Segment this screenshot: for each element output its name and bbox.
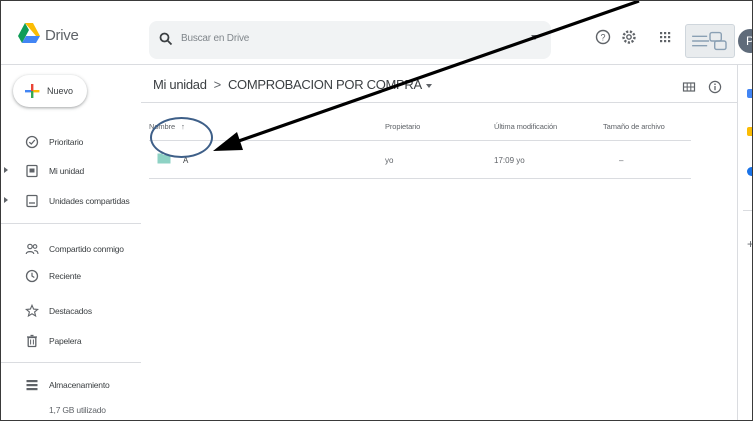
info-icon[interactable]	[708, 80, 722, 94]
column-header-file-size[interactable]: Tamaño de archivo	[603, 122, 665, 131]
column-header-label: Última modificación	[494, 122, 558, 131]
sidebar-item-label: Mi unidad	[49, 166, 85, 176]
table-row[interactable]: A yo 17:09 yo –	[149, 141, 691, 179]
shared-drives-icon	[26, 194, 38, 208]
breadcrumb-separator: >	[213, 77, 222, 92]
sidebar-item-label: Reciente	[49, 271, 81, 281]
sidebar-item-unidades-compartidas[interactable]: Unidades compartidas	[1, 191, 141, 211]
tasks-icon[interactable]	[747, 167, 752, 176]
folder-menu-caret-icon[interactable]	[425, 83, 432, 88]
drive-logo-icon[interactable]	[18, 23, 40, 43]
calendar-icon[interactable]	[747, 89, 752, 98]
app-title[interactable]: Drive	[45, 27, 79, 44]
sidebar-item-label: Almacenamiento	[49, 380, 110, 390]
sidebar-divider	[1, 362, 141, 363]
owner-cell: yo	[385, 156, 394, 165]
apps-grid-icon[interactable]	[657, 29, 673, 45]
breadcrumb: Mi unidad > COMPROBACION POR COMPRA	[153, 77, 432, 92]
sidebar-item-label: Papelera	[49, 336, 82, 346]
settings-gear-icon[interactable]	[621, 29, 637, 45]
sidebar-item-label: Compartido conmigo	[49, 244, 124, 254]
column-header-label: Propietario	[385, 122, 421, 131]
account-avatar[interactable]: P	[738, 29, 752, 53]
sidebar-divider	[1, 223, 141, 224]
search-placeholder[interactable]: Buscar en Drive	[181, 33, 249, 44]
sidebar-item-label: Unidades compartidas	[49, 196, 130, 206]
sidebar-item-destacados[interactable]: Destacados	[1, 301, 141, 321]
sidebar-item-label: Destacados	[49, 306, 92, 316]
search-icon[interactable]	[159, 32, 173, 46]
breadcrumb-root[interactable]: Mi unidad	[153, 77, 207, 92]
search-bar[interactable]: Buscar en Drive	[149, 21, 551, 59]
plus-icon	[25, 84, 40, 98]
keep-icon[interactable]	[747, 127, 752, 136]
column-header-label: Tamaño de archivo	[603, 122, 665, 131]
modified-cell: 17:09 yo	[494, 156, 525, 165]
check-circle-icon	[25, 135, 39, 149]
storage-icon	[26, 380, 38, 391]
sidebar-item-mi-unidad[interactable]: Mi unidad	[1, 161, 141, 181]
expand-arrow-icon[interactable]	[4, 197, 8, 203]
sidebar-item-almacenamiento[interactable]: Almacenamiento	[1, 375, 141, 395]
size-cell: –	[619, 156, 624, 165]
clock-icon	[25, 269, 39, 283]
drive-window: Drive Buscar en Drive ? Nuevo Prioritari…	[0, 0, 753, 421]
column-header-owner[interactable]: Propietario	[385, 122, 420, 131]
people-icon	[25, 243, 39, 255]
sidebar-item-prioritario[interactable]: Prioritario	[1, 132, 141, 152]
sidebar-item-reciente[interactable]: Reciente	[1, 266, 141, 286]
my-drive-icon	[26, 164, 38, 178]
toolbar-divider	[141, 102, 737, 103]
sidebar-item-papelera[interactable]: Papelera	[1, 331, 141, 351]
svg-text:?: ?	[600, 33, 605, 43]
column-header-last-modified[interactable]: Última modificación	[494, 122, 557, 131]
star-icon	[25, 304, 39, 318]
expand-arrow-icon[interactable]	[4, 167, 8, 173]
side-panel-strip: +	[737, 65, 752, 420]
sidebar-item-label: Prioritario	[49, 137, 84, 147]
breadcrumb-current-folder[interactable]: COMPROBACION POR COMPRA	[228, 77, 422, 92]
add-addon-icon[interactable]: +	[747, 237, 752, 251]
search-options-icon[interactable]	[531, 35, 539, 40]
storage-usage-text: 1,7 GB utilizado	[49, 405, 106, 415]
organization-logo[interactable]	[685, 24, 735, 58]
sidebar-item-compartido-conmigo[interactable]: Compartido conmigo	[1, 239, 141, 259]
top-bar: Drive Buscar en Drive ?	[1, 1, 752, 65]
grid-view-icon[interactable]	[682, 80, 696, 94]
new-button-label: Nuevo	[47, 86, 74, 96]
annotation-circle	[150, 117, 213, 158]
new-button[interactable]: Nuevo	[13, 75, 87, 107]
side-panel-divider	[743, 210, 752, 211]
help-icon[interactable]: ?	[595, 29, 611, 45]
trash-icon	[27, 334, 37, 348]
